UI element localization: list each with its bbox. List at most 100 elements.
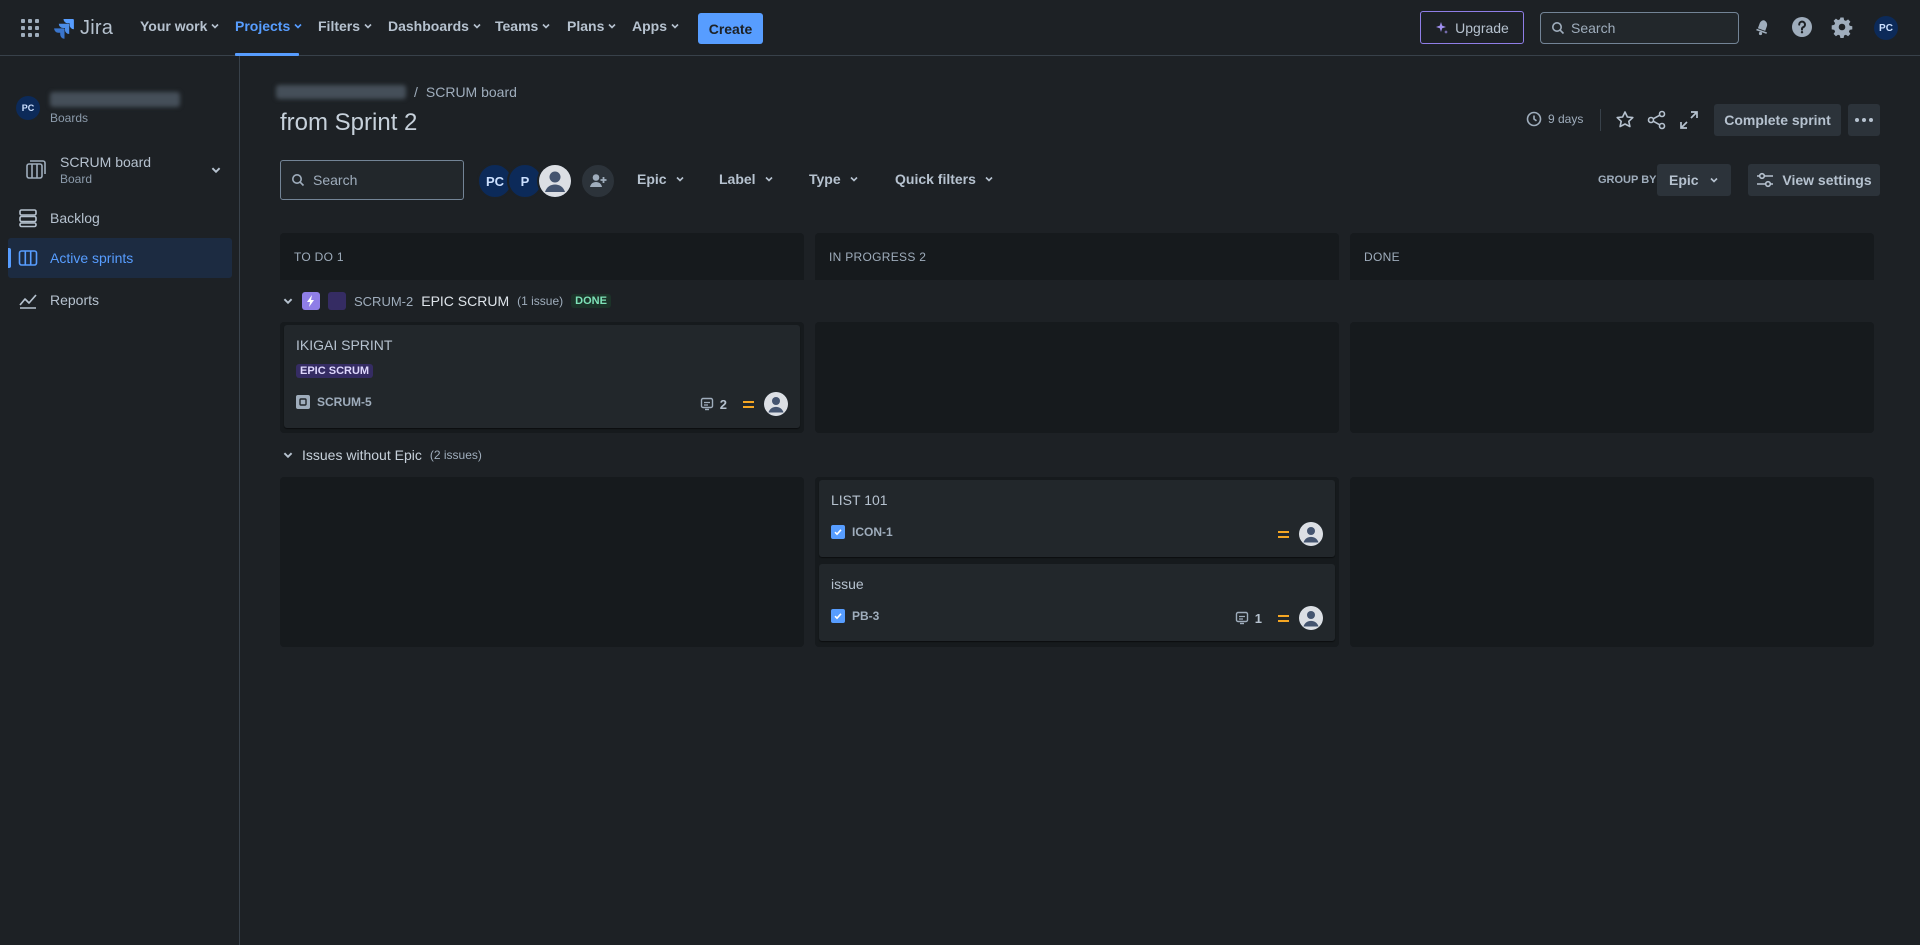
nav-plans[interactable]: Plans (567, 18, 617, 34)
assignee-avatar[interactable] (764, 392, 788, 416)
subtask-type-icon (296, 395, 310, 409)
project-header[interactable]: PC Boards (16, 90, 180, 125)
jira-logo[interactable]: Jira (52, 16, 113, 40)
chevron-down-icon (211, 23, 219, 29)
board-columns-icon (18, 250, 38, 266)
subtask-count-label: 1 (1254, 610, 1262, 626)
default-user-icon (539, 165, 571, 197)
group-by-dropdown[interactable]: Epic (1657, 164, 1731, 196)
board-search[interactable] (280, 160, 464, 200)
chevron-down-icon (542, 23, 550, 29)
more-dots-icon (1855, 118, 1873, 122)
add-people-button[interactable] (580, 163, 616, 199)
issue-key[interactable]: PB-3 (831, 609, 879, 623)
nav-dashboards[interactable]: Dashboards (388, 18, 482, 34)
quick-filters-label: Quick filters (895, 171, 976, 187)
breadcrumb-project-redacted[interactable] (276, 85, 406, 99)
label-filter-dropdown[interactable]: Label (719, 171, 774, 187)
chevron-down-icon (676, 176, 684, 182)
epic-key: SCRUM-2 (354, 293, 414, 309)
settings-gear-icon[interactable] (1831, 16, 1853, 38)
global-search-input[interactable] (1571, 20, 1731, 36)
global-search[interactable] (1540, 12, 1739, 44)
view-settings-button[interactable]: View settings (1748, 164, 1880, 196)
create-button[interactable]: Create (698, 13, 763, 44)
type-filter-label: Type (809, 171, 841, 187)
sidebar-item-active-sprints[interactable]: Active sprints (8, 238, 232, 278)
active-nav-indicator (235, 53, 299, 56)
subtask-count: 2 (700, 397, 727, 412)
card-meta: 2 (700, 392, 788, 416)
divider (1600, 109, 1601, 131)
share-icon[interactable] (1646, 109, 1668, 131)
epic-lozenge: EPIC SCRUM (296, 364, 374, 378)
epic-color-swatch (328, 292, 346, 310)
swimlane-header-epic[interactable]: SCRUM-2 EPIC SCRUM (1 issue) DONE (282, 292, 611, 310)
sidebar-item-backlog[interactable]: Backlog (8, 198, 232, 238)
board-switcher[interactable]: SCRUM board Board (24, 148, 224, 192)
assignee-avatar[interactable] (1299, 606, 1323, 630)
epic-filter-dropdown[interactable]: Epic (637, 171, 685, 187)
top-navigation: Jira Your work Projects Filters Dashboar… (0, 0, 1920, 56)
cell-done-no-epic (1350, 477, 1874, 647)
assignee-avatar[interactable] (1299, 522, 1323, 546)
swimlane-header-no-epic[interactable]: Issues without Epic (2 issues) (282, 447, 482, 463)
sparkle-icon (1436, 21, 1449, 34)
unassigned-avatar[interactable] (537, 163, 573, 199)
sidebar-item-reports[interactable]: Reports (8, 280, 232, 320)
board-search-input[interactable] (313, 172, 453, 188)
nav-your-work[interactable]: Your work (140, 18, 220, 34)
cell-inprogress-epic (815, 322, 1339, 433)
backlog-icon (19, 209, 37, 228)
nav-projects[interactable]: Projects (235, 18, 303, 34)
project-name-redacted (50, 92, 180, 107)
upgrade-button[interactable]: Upgrade (1420, 11, 1524, 44)
notifications-icon[interactable] (1751, 16, 1773, 38)
chevron-down-icon (364, 23, 372, 29)
search-icon (1552, 22, 1565, 35)
breadcrumb-separator: / (414, 84, 418, 100)
quick-filters-dropdown[interactable]: Quick filters (895, 171, 994, 187)
chevron-down-icon (473, 23, 481, 29)
group-by-label: GROUP BY (1598, 174, 1657, 186)
sidebar-item-label: Backlog (50, 210, 100, 226)
board-type: Board (60, 172, 93, 186)
chevron-down-icon (608, 23, 616, 29)
chevron-down-icon (985, 176, 993, 182)
issue-card[interactable]: LIST 101 ICON-1 (819, 480, 1335, 557)
card-title: issue (831, 576, 864, 592)
card-meta: 1 (1235, 606, 1323, 630)
issue-key[interactable]: SCRUM-5 (296, 395, 372, 409)
project-avatar: PC (16, 96, 40, 120)
breadcrumb-board[interactable]: SCRUM board (426, 84, 517, 100)
expand-fullscreen-icon[interactable] (1678, 109, 1700, 131)
nav-filters[interactable]: Filters (318, 18, 373, 34)
view-settings-label: View settings (1782, 172, 1872, 188)
complete-sprint-button[interactable]: Complete sprint (1714, 104, 1841, 136)
more-actions-button[interactable] (1848, 104, 1880, 136)
epic-lightning-icon (302, 292, 320, 310)
issue-key-label: PB-3 (852, 609, 880, 623)
app-switcher-grid-icon[interactable] (20, 18, 40, 38)
issue-card[interactable]: IKIGAI SPRINT EPIC SCRUM SCRUM-5 2 (284, 325, 800, 428)
issue-key[interactable]: ICON-1 (831, 525, 893, 539)
issue-key-label: SCRUM-5 (317, 395, 372, 409)
status-badge: DONE (571, 294, 611, 308)
user-avatar[interactable]: PC (1874, 16, 1898, 40)
chevron-down-icon (765, 176, 773, 182)
help-icon[interactable] (1791, 16, 1813, 38)
board-icon (26, 160, 46, 179)
subtask-icon (1235, 611, 1248, 625)
star-icon[interactable] (1614, 109, 1636, 131)
epic-filter-label: Epic (637, 171, 667, 187)
type-filter-dropdown[interactable]: Type (809, 171, 859, 187)
nav-teams[interactable]: Teams (495, 18, 551, 34)
nav-apps[interactable]: Apps (632, 18, 680, 34)
issue-card[interactable]: issue PB-3 1 (819, 564, 1335, 641)
card-title: IKIGAI SPRINT (296, 337, 393, 353)
nav-projects-label: Projects (235, 18, 291, 34)
chevron-down-icon (1710, 177, 1718, 183)
nav-teams-label: Teams (495, 18, 539, 34)
chevron-down-icon (211, 167, 221, 174)
project-sidebar: PC Boards SCRUM board Board Backlog Acti… (0, 56, 240, 945)
